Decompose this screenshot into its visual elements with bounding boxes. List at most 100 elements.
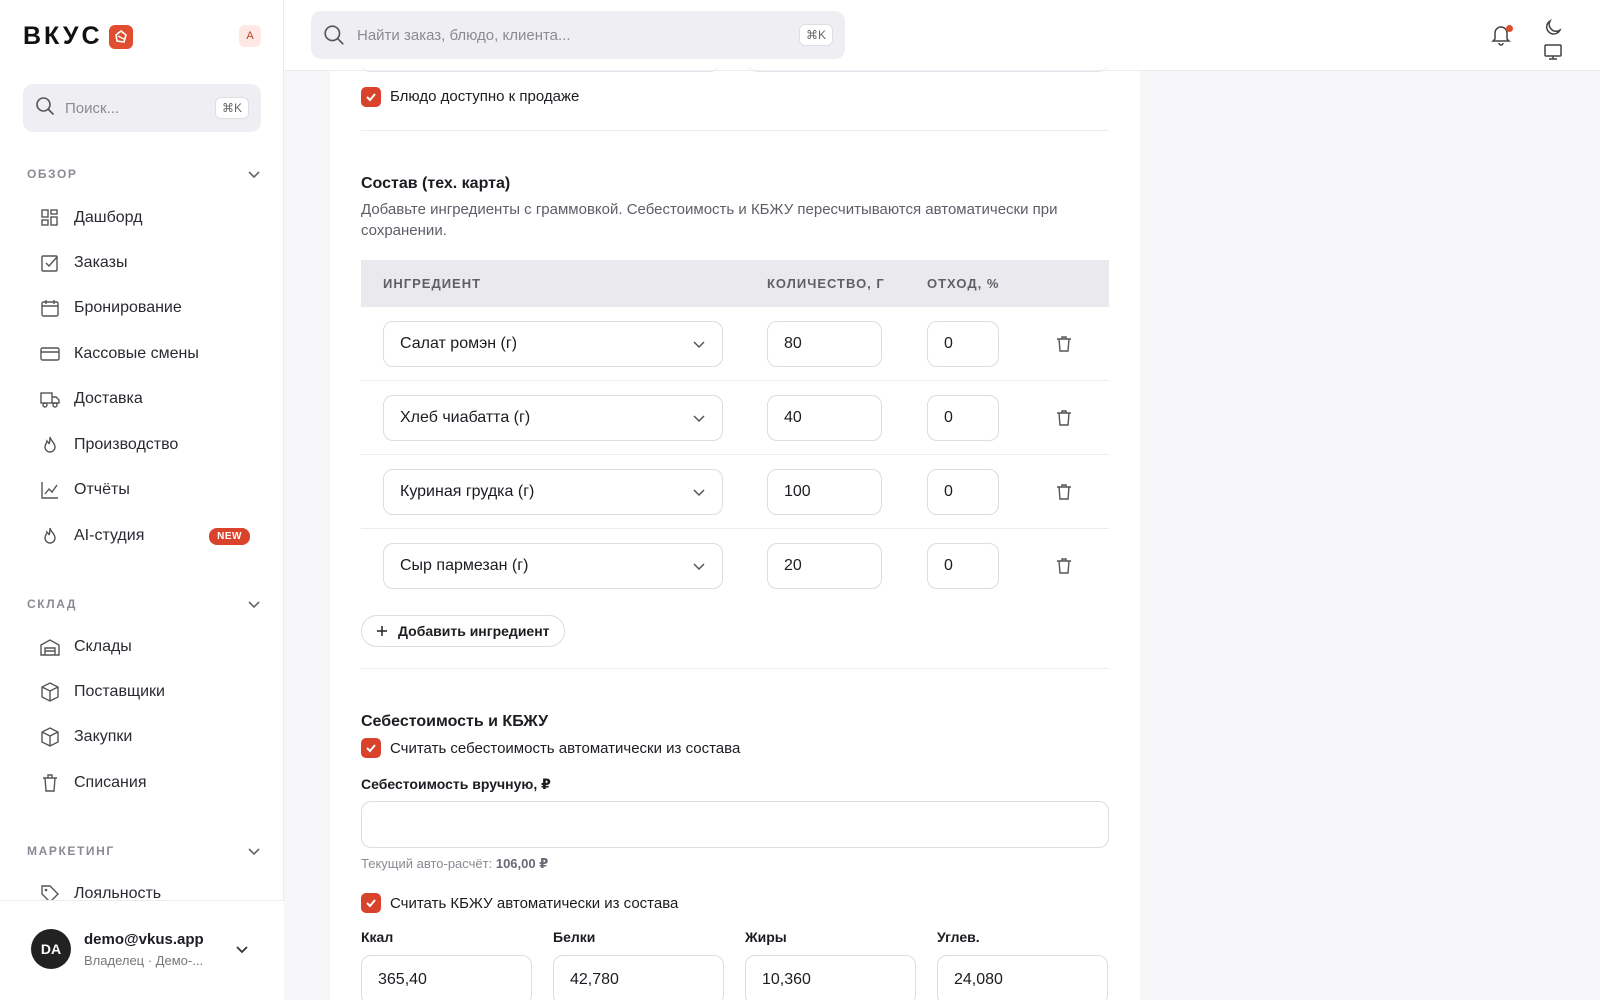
sidebar-item-booking[interactable]: Бронирование	[40, 291, 250, 325]
composition-title: Состав (тех. карта)	[361, 175, 511, 192]
kcal-input[interactable]: 365,40	[361, 955, 532, 1000]
section-marketing[interactable]: МАРКЕТИНГ	[27, 844, 261, 858]
trash-icon[interactable]	[1056, 335, 1072, 353]
brand-mark-icon	[108, 24, 133, 49]
sidebar-search-placeholder: Поиск...	[65, 99, 120, 117]
col-waste: ОТХОД, %	[927, 276, 1000, 291]
ingredients-table-header: ИНГРЕДИЕНТ КОЛИЧЕСТВО, Г ОТХОД, %	[361, 260, 1109, 307]
sidebar-item-orders[interactable]: Заказы	[40, 246, 250, 280]
table-row: Салат ромэн (г) 80 0	[361, 307, 1109, 381]
moon-icon[interactable]	[1543, 18, 1563, 38]
auto-kbju-checkbox[interactable]	[361, 893, 381, 913]
user-role: Владелец · Демо-...	[84, 953, 204, 968]
ingredient-select[interactable]: Сыр пармезан (г)	[383, 543, 723, 589]
plus-icon	[377, 626, 387, 636]
search-icon	[324, 25, 344, 45]
carbs-label: Углев.	[937, 929, 980, 945]
cost-title: Себестоимость и КБЖУ	[361, 713, 549, 730]
available-checkbox[interactable]	[361, 87, 381, 107]
workspace-badge[interactable]: A	[239, 25, 261, 47]
monitor-icon[interactable]	[1543, 42, 1563, 62]
quantity-input[interactable]: 80	[767, 321, 882, 367]
sidebar-item-suppliers[interactable]: Поставщики	[40, 675, 250, 709]
truck-icon	[40, 392, 60, 408]
section-overview-label: ОБЗОР	[27, 167, 78, 181]
box-icon	[41, 682, 59, 702]
divider	[361, 130, 1109, 131]
sidebar-search[interactable]: Поиск... ⌘K	[23, 84, 261, 132]
sidebar-item-label: Списания	[74, 774, 147, 791]
waste-input[interactable]: 0	[927, 321, 999, 367]
sidebar-item-warehouses[interactable]: Склады	[40, 630, 250, 664]
available-label: Блюдо доступно к продаже	[390, 88, 580, 105]
section-warehouse[interactable]: СКЛАД	[27, 597, 261, 611]
field-above-left[interactable]	[360, 60, 720, 72]
auto-cost-checkbox[interactable]	[361, 738, 381, 758]
ingredient-select[interactable]: Хлеб чиабатта (г)	[383, 395, 723, 441]
col-quantity: КОЛИЧЕСТВО, Г	[767, 276, 885, 291]
global-search-placeholder: Найти заказ, блюдо, клиента...	[357, 26, 571, 44]
new-badge: NEW	[209, 527, 250, 545]
sidebar-item-label: Закупки	[74, 728, 133, 745]
fat-label: Жиры	[745, 929, 787, 945]
ingredient-select[interactable]: Куриная грудка (г)	[383, 469, 723, 515]
flame-icon	[44, 436, 56, 453]
search-icon	[35, 96, 55, 120]
waste-input[interactable]: 0	[927, 395, 999, 441]
chevron-down-icon[interactable]	[234, 941, 250, 957]
carbs-input[interactable]: 24,080	[937, 955, 1108, 1000]
trash-icon[interactable]	[1056, 557, 1072, 575]
sidebar-search-shortcut: ⌘K	[214, 97, 249, 119]
trash-icon[interactable]	[1056, 409, 1072, 427]
checkbox-square-icon	[41, 255, 58, 272]
trash-icon[interactable]	[1056, 483, 1072, 501]
global-search[interactable]: Найти заказ, блюдо, клиента... ⌘K	[311, 11, 845, 59]
sidebar-item-delivery[interactable]: Доставка	[40, 382, 250, 416]
table-row: Хлеб чиабатта (г) 40 0	[361, 381, 1109, 455]
protein-input[interactable]: 42,780	[553, 955, 724, 1000]
col-ingredient: ИНГРЕДИЕНТ	[383, 276, 482, 291]
sidebar-item-cash-shifts[interactable]: Кассовые смены	[40, 337, 250, 371]
quantity-input[interactable]: 100	[767, 469, 882, 515]
composition-description: Добавьте ингредиенты с граммовкой. Себес…	[361, 201, 1058, 239]
chevron-down-icon	[693, 489, 705, 497]
sidebar-item-label: AI-студия	[74, 527, 145, 544]
waste-input[interactable]: 0	[927, 543, 999, 589]
credit-card-icon	[40, 347, 60, 361]
user-email: demo@vkus.app	[84, 931, 204, 948]
auto-cost-label: Считать себестоимость автоматически из с…	[390, 740, 741, 757]
user-menu[interactable]: DA demo@vkus.app Владелец · Демо-...	[0, 900, 284, 1000]
calendar-icon	[41, 300, 59, 317]
chevron-down-icon	[248, 171, 260, 179]
check-icon	[366, 899, 376, 908]
brand-logo[interactable]: ВКУС	[23, 22, 133, 51]
ingredient-select[interactable]: Салат ромэн (г)	[383, 321, 723, 367]
quantity-input[interactable]: 40	[767, 395, 882, 441]
sidebar-item-write-offs[interactable]: Списания	[40, 766, 250, 800]
manual-cost-input[interactable]	[361, 801, 1109, 848]
field-above-right[interactable]	[748, 60, 1108, 72]
fat-input[interactable]: 10,360	[745, 955, 916, 1000]
auto-cost-hint: Текущий авто-расчёт: 106,00 ₽	[361, 856, 548, 872]
auto-cost-hint-value: 106,00 ₽	[495, 856, 549, 871]
quantity-input[interactable]: 20	[767, 543, 882, 589]
sidebar-item-label: Доставка	[74, 390, 143, 407]
chevron-down-icon	[693, 341, 705, 349]
add-ingredient-button[interactable]: Добавить ингредиент	[361, 615, 565, 647]
waste-input[interactable]: 0	[927, 469, 999, 515]
protein-label: Белки	[553, 929, 596, 945]
section-overview[interactable]: ОБЗОР	[27, 167, 261, 181]
notification-dot	[1506, 25, 1513, 32]
sidebar-item-label: Поставщики	[74, 683, 165, 700]
ingredient-value: Салат ромэн (г)	[400, 335, 518, 352]
global-search-shortcut: ⌘K	[798, 24, 833, 46]
sidebar-item-label: Склады	[74, 638, 132, 655]
table-row: Сыр пармезан (г) 20 0	[361, 529, 1109, 603]
chart-line-icon	[41, 482, 58, 499]
section-marketing-label: МАРКЕТИНГ	[27, 844, 115, 858]
sidebar-item-ai-studio[interactable]: AI-студия NEW	[40, 519, 250, 553]
sidebar-item-production[interactable]: Производство	[40, 428, 250, 462]
sidebar-item-reports[interactable]: Отчёты	[40, 473, 250, 507]
sidebar-item-dashboard[interactable]: Дашборд	[40, 201, 250, 235]
sidebar-item-purchases[interactable]: Закупки	[40, 720, 250, 754]
